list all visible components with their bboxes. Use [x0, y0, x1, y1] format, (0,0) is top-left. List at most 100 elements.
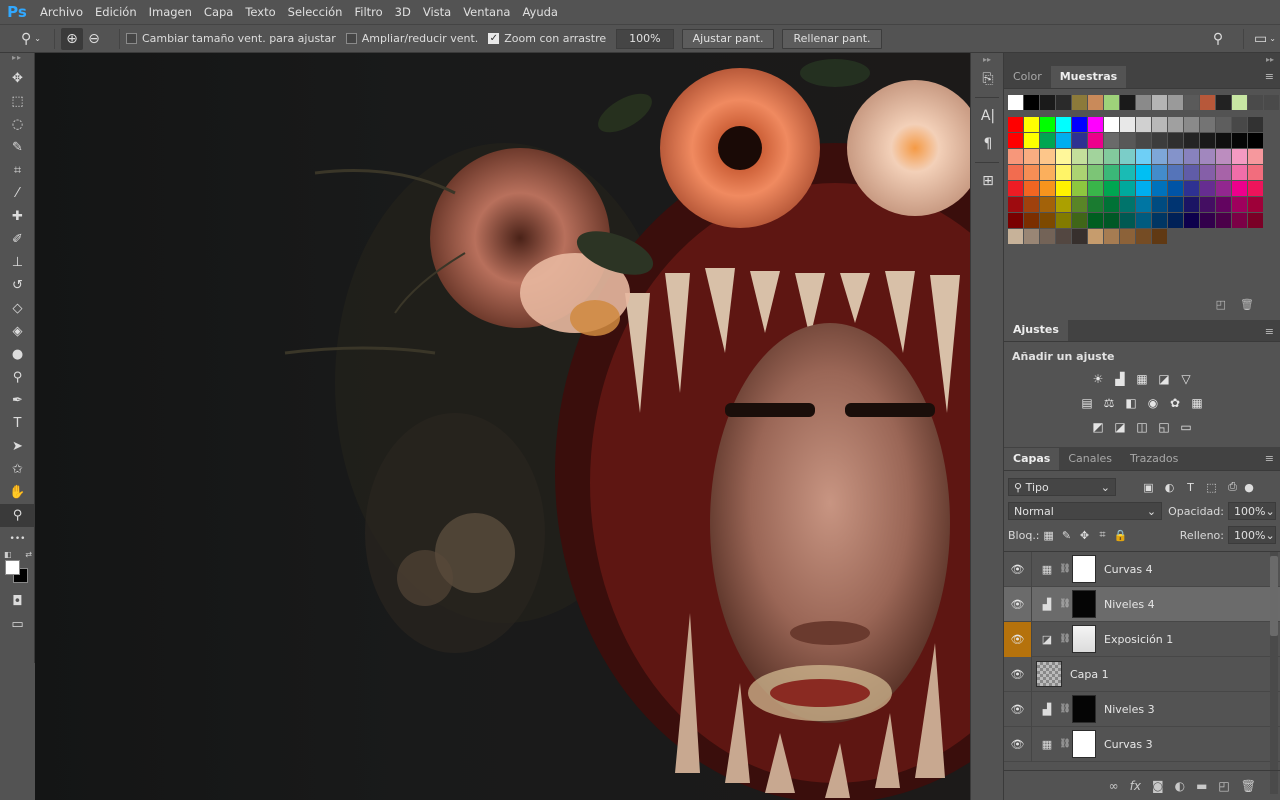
dock-collapse-strip[interactable]: ▸▸ [971, 53, 1003, 65]
document-canvas[interactable] [35, 53, 970, 800]
chain-link-icon[interactable]: ⛓ [1058, 634, 1072, 644]
panel-collapse-strip[interactable]: ▸▸ [1004, 53, 1280, 65]
color-swatch[interactable] [1216, 197, 1231, 212]
color-swatch[interactable] [1088, 197, 1103, 212]
color-swatch[interactable] [1232, 165, 1247, 180]
color-swatch[interactable] [1072, 165, 1087, 180]
recent-swatch[interactable] [1040, 95, 1055, 110]
color-swatch[interactable] [1104, 229, 1119, 244]
color-swatch[interactable] [1088, 213, 1103, 228]
color-swatch[interactable] [1120, 181, 1135, 196]
mores-icon[interactable]: ••• [0, 527, 35, 550]
color-swatch[interactable] [1008, 149, 1023, 164]
chain-link-icon[interactable]: ⛓ [1058, 564, 1072, 574]
recent-swatch[interactable] [1264, 95, 1279, 110]
recent-swatch[interactable] [1024, 95, 1039, 110]
menu-item-0[interactable]: Archivo [34, 0, 89, 24]
hand-icon[interactable]: ✋ [0, 481, 35, 504]
channel-mixer-icon[interactable]: ✿ [1166, 394, 1184, 412]
filter-type-icon[interactable]: T [1180, 481, 1201, 494]
color-swatch[interactable] [1088, 133, 1103, 148]
menu-item-1[interactable]: Edición [89, 0, 143, 24]
color-swatch[interactable] [1248, 181, 1263, 196]
recent-swatch[interactable] [1184, 95, 1199, 110]
color-swatch[interactable] [1056, 149, 1071, 164]
layer-scrollbar-thumb[interactable] [1270, 556, 1278, 636]
zoom-percent-field[interactable]: 100% [616, 28, 674, 49]
color-swatch[interactable] [1008, 117, 1023, 132]
healing-brush-icon[interactable]: ✚ [0, 205, 35, 228]
recent-swatch[interactable] [1008, 95, 1023, 110]
fit-screen-button[interactable]: Ajustar pant. [681, 28, 775, 49]
color-swatch[interactable] [1024, 149, 1039, 164]
levels-icon[interactable]: ▟ [1111, 370, 1129, 388]
link-layers-icon[interactable]: ∞ [1109, 779, 1119, 793]
shape-icon[interactable]: ✩ [0, 458, 35, 481]
filter-pixel-icon[interactable]: ▣ [1138, 481, 1159, 494]
color-swatch[interactable] [1152, 165, 1167, 180]
zoom-all-windows-box[interactable] [345, 33, 357, 44]
lock-artboard-icon[interactable]: ⌗ [1094, 528, 1112, 542]
color-swatch[interactable] [1104, 213, 1119, 228]
color-swatch[interactable] [1232, 117, 1247, 132]
zoom-all-windows-checkbox[interactable]: Ampliar/reducir vent. [345, 32, 478, 45]
color-swatch[interactable] [1136, 165, 1151, 180]
recent-swatch[interactable] [1168, 95, 1183, 110]
history-icon[interactable]: ⎘ [971, 65, 1005, 93]
layer-row[interactable]: 👁 ▟ ⛓ Niveles 4 [1004, 586, 1280, 622]
menu-item-3[interactable]: Capa [198, 0, 239, 24]
color-swatch[interactable] [1056, 229, 1071, 244]
filter-toggle-icon[interactable]: ● [1243, 481, 1255, 494]
toolbar-grip-icon[interactable]: ▸▸ [0, 53, 34, 67]
fill-field[interactable]: 100% ⌄ [1228, 526, 1276, 544]
color-swatch[interactable] [1072, 133, 1087, 148]
color-swatch[interactable] [1024, 181, 1039, 196]
color-swatch[interactable] [1184, 117, 1199, 132]
color-swatch[interactable] [1152, 229, 1167, 244]
menu-item-7[interactable]: 3D [389, 0, 417, 24]
blend-mode-dropdown[interactable]: Normal ⌄ [1008, 502, 1163, 520]
properties-icon[interactable]: ⊞ [971, 167, 1005, 195]
eraser-icon[interactable]: ◇ [0, 297, 35, 320]
color-swatch[interactable] [1152, 181, 1167, 196]
search-icon[interactable]: ⚲ [1207, 28, 1229, 50]
color-swatch[interactable] [1120, 149, 1135, 164]
color-swatch[interactable] [1184, 213, 1199, 228]
eye-icon[interactable]: 👁 [1004, 691, 1032, 727]
color-swatch[interactable] [1248, 197, 1263, 212]
color-swatch[interactable] [1072, 213, 1087, 228]
recent-swatch[interactable] [1232, 95, 1247, 110]
color-swatch[interactable] [1248, 165, 1263, 180]
color-swatch[interactable] [1248, 213, 1263, 228]
zoom-icon[interactable]: ⚲ [0, 504, 35, 527]
bw-icon[interactable]: ◧ [1122, 394, 1140, 412]
resize-windows-checkbox[interactable]: Cambiar tamaño vent. para ajustar [126, 32, 336, 45]
panel-menu-icon[interactable]: ≡ [1265, 325, 1274, 338]
panel-menu-icon[interactable]: ≡ [1265, 452, 1274, 465]
crop-icon[interactable]: ⌗ [0, 159, 35, 182]
color-swatch[interactable] [1168, 165, 1183, 180]
fill-screen-button[interactable]: Rellenar pant. [782, 28, 882, 49]
new-adjustment-icon[interactable]: ◐ [1175, 779, 1185, 793]
workspace-icon[interactable]: ▭ ⌄ [1250, 28, 1280, 50]
color-swatch[interactable] [1216, 165, 1231, 180]
menu-item-10[interactable]: Ayuda [516, 0, 564, 24]
color-swatch[interactable] [1104, 165, 1119, 180]
paragraph-icon[interactable]: ¶ [971, 130, 1005, 158]
color-swatch[interactable] [1072, 229, 1087, 244]
threshold-icon[interactable]: ◫ [1133, 418, 1151, 436]
recent-swatch[interactable] [1120, 95, 1135, 110]
color-swatch[interactable] [1024, 117, 1039, 132]
blur-icon[interactable]: ● [0, 343, 35, 366]
color-swatch[interactable] [1104, 197, 1119, 212]
tab-paths[interactable]: Trazados [1121, 448, 1187, 470]
color-swatch[interactable] [1232, 149, 1247, 164]
color-swatch[interactable] [1008, 229, 1023, 244]
color-swatch[interactable] [1152, 197, 1167, 212]
color-swatch[interactable] [1104, 149, 1119, 164]
color-swatch[interactable] [1024, 165, 1039, 180]
lock-pixels-icon[interactable]: ✎ [1058, 529, 1076, 542]
menu-item-8[interactable]: Vista [417, 0, 457, 24]
color-swatch[interactable] [1168, 149, 1183, 164]
color-swatch[interactable] [1072, 117, 1087, 132]
